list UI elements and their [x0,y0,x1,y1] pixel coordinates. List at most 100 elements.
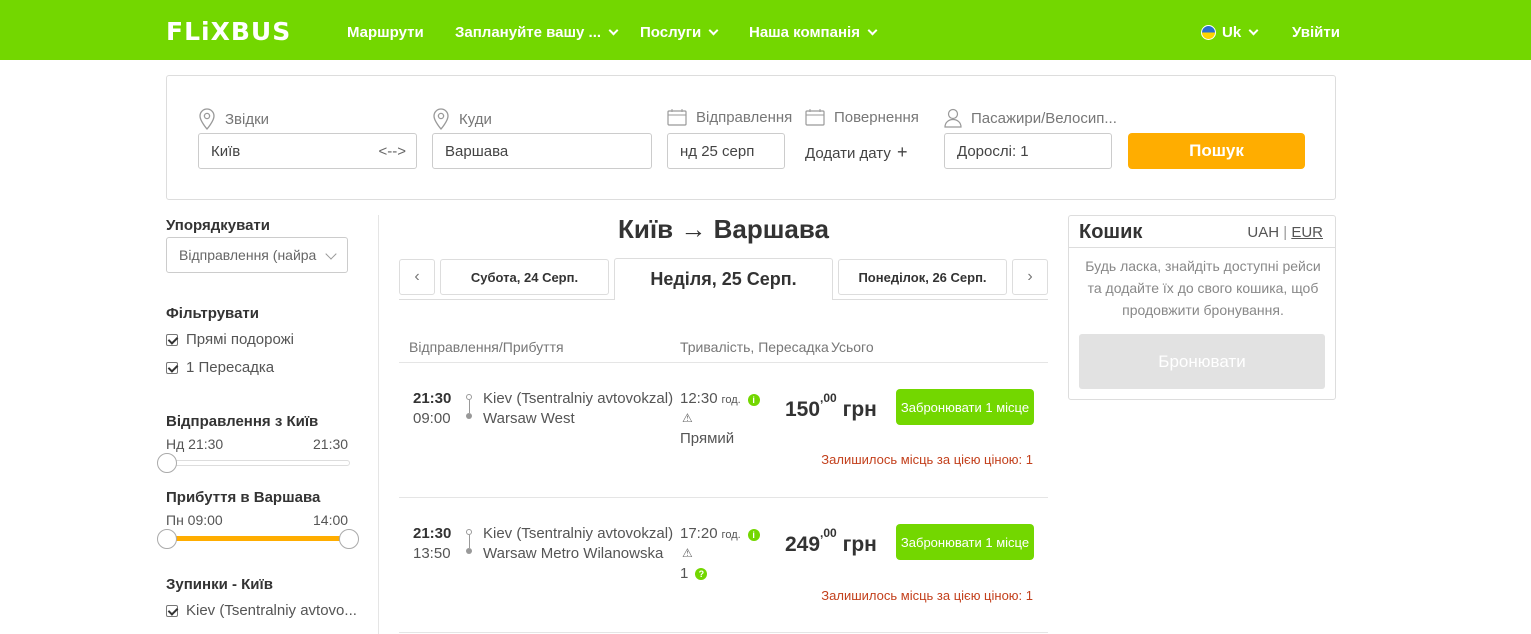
trip-transfer: 1 ? [680,565,708,582]
sort-title: Упорядкувати [166,217,271,234]
trip-price: 249,00 грн [785,526,877,556]
trip-transfer: Прямий [680,430,735,447]
warning-icon[interactable]: ⚠ [682,546,693,560]
column-header-departure-arrival: Відправлення/Прибуття [409,339,564,355]
nav-services[interactable]: Послуги [640,24,719,41]
trip-arrival-time: 13:50 [413,545,451,562]
departure-range-track [166,460,350,466]
from-label: Звідки [198,108,269,130]
trip-arrival-time: 09:00 [413,410,451,427]
date-tab-sun-active[interactable]: Неділя, 25 Серп. [614,258,833,300]
trip-destination-station: Warsaw Metro Wilanowska [483,545,664,562]
route-line-icon [466,394,472,419]
person-icon [944,108,962,128]
next-date-button[interactable]: › [1012,259,1048,295]
prev-date-button[interactable]: ‹ [399,259,435,295]
cart-divider [1069,247,1335,248]
sort-select[interactable]: Відправлення (найра [166,237,348,273]
seats-left-note: Залишилось місць за цією ціною: 1 [821,452,1033,467]
ukraine-flag-icon [1201,25,1216,40]
currency-switcher: UAH | EUR [1247,224,1323,241]
warning-icon[interactable]: ⚠ [682,411,693,425]
chevron-down-icon [1248,25,1259,36]
trip-origin-station: Kiev (Tsentralniy avtovokzal) [483,390,674,407]
passengers-label: Пасажири/Велосип... [944,108,1117,128]
arrival-range-handle-end[interactable] [339,529,359,549]
login-link[interactable]: Увійти [1292,24,1340,41]
departure-date-input[interactable]: нд 25 серп [667,133,785,169]
checkbox-checked-icon[interactable] [166,604,178,617]
trip-duration: 17:20 год. i [680,525,760,542]
from-input[interactable]: Київ <--> [198,133,417,169]
cart-empty-message: Будь ласка, знайдіть доступні рейси та д… [1085,258,1321,318]
chevron-down-icon [608,25,619,36]
info-icon[interactable]: i [747,394,760,406]
to-label: Куди [432,108,492,130]
arrival-range-to: 14:00 [313,512,349,528]
passengers-input[interactable]: Дорослі: 1 [944,133,1112,169]
filter-stop-kiev[interactable]: Kiev (Tsentralniy avtovo... [166,602,357,619]
location-pin-icon [433,108,449,130]
currency-eur[interactable]: EUR [1291,224,1323,241]
route-line-icon [466,529,472,554]
top-navigation-bar: FLiXBUS Маршрути Заплануйте вашу ... Пос… [0,0,1531,60]
add-return-date-button[interactable]: Додати дату + [805,142,908,163]
filter-direct-trips[interactable]: Прямі подорожі [166,331,294,348]
checkbox-checked-icon[interactable] [166,333,178,346]
swap-direction-icon[interactable]: <--> [378,143,406,160]
route-title: Київ → Варшава [618,214,829,244]
departure-range-title: Відправлення з Київ [166,413,319,430]
help-icon[interactable]: ? [695,567,708,580]
filter-one-transfer[interactable]: 1 Пересадка [166,359,274,376]
flixbus-logo[interactable]: FLiXBUS [166,17,291,46]
arrival-range-from: Пн 09:00 [166,512,223,528]
language-selector[interactable]: Uk [1201,24,1259,41]
departure-range-handle[interactable] [157,453,177,473]
column-header-total: Усього [831,339,874,355]
book-seat-button[interactable]: Забронювати 1 місце [896,524,1034,560]
chevron-down-icon [867,25,878,36]
date-tab-mon[interactable]: Понеділок, 26 Серп. [838,259,1007,295]
arrival-range-title: Прибуття в Варшава [166,489,321,506]
seats-left-note: Залишилось місць за цією ціною: 1 [821,588,1033,603]
results-header-divider [399,362,1048,363]
return-label: Повернення [805,108,919,126]
stops-title: Зупинки - Київ [166,576,273,593]
book-cart-button[interactable]: Бронювати [1079,334,1325,389]
plus-icon: + [897,142,908,162]
trip-price: 150,00 грн [785,391,877,421]
calendar-icon [805,109,825,126]
calendar-icon [667,109,687,126]
trip-divider [399,632,1048,633]
cart-title: Кошик [1079,221,1143,243]
nav-plan-trip[interactable]: Заплануйте вашу ... [455,24,619,41]
column-header-duration: Тривалість, Пересадка [680,339,829,355]
arrival-range-track [166,536,350,541]
location-pin-icon [199,108,215,130]
chevron-down-icon [708,25,719,36]
trip-departure-time: 21:30 [413,525,452,542]
currency-uah[interactable]: UAH [1247,224,1279,241]
trip-origin-station: Kiev (Tsentralniy avtovokzal) [483,525,674,542]
date-tab-sat[interactable]: Субота, 24 Серп. [440,259,609,295]
nav-company[interactable]: Наша компанія [749,24,878,41]
checkbox-checked-icon[interactable] [166,361,178,374]
trip-duration: 12:30 год. i [680,390,760,407]
chevron-down-icon [325,248,337,260]
departure-range-to: 21:30 [313,436,349,452]
departure-range-from: Нд 21:30 [166,436,224,452]
to-input[interactable]: Варшава [432,133,652,169]
book-seat-button[interactable]: Забронювати 1 місце [896,389,1034,425]
search-button[interactable]: Пошук [1128,133,1305,169]
cart-panel: Кошик UAH | EUR Будь ласка, знайдіть дос… [1068,215,1336,400]
departure-label: Відправлення [667,108,792,126]
trip-destination-station: Warsaw West [483,410,575,427]
nav-routes[interactable]: Маршрути [347,24,424,41]
filter-title: Фільтрувати [166,305,259,322]
trip-divider [399,497,1048,498]
info-icon[interactable]: i [747,529,760,541]
sidebar-divider [378,215,379,634]
trip-departure-time: 21:30 [413,390,452,407]
search-panel: Звідки Київ <--> Куди Варшава Відправлен… [166,75,1336,200]
arrival-range-handle-start[interactable] [157,529,177,549]
